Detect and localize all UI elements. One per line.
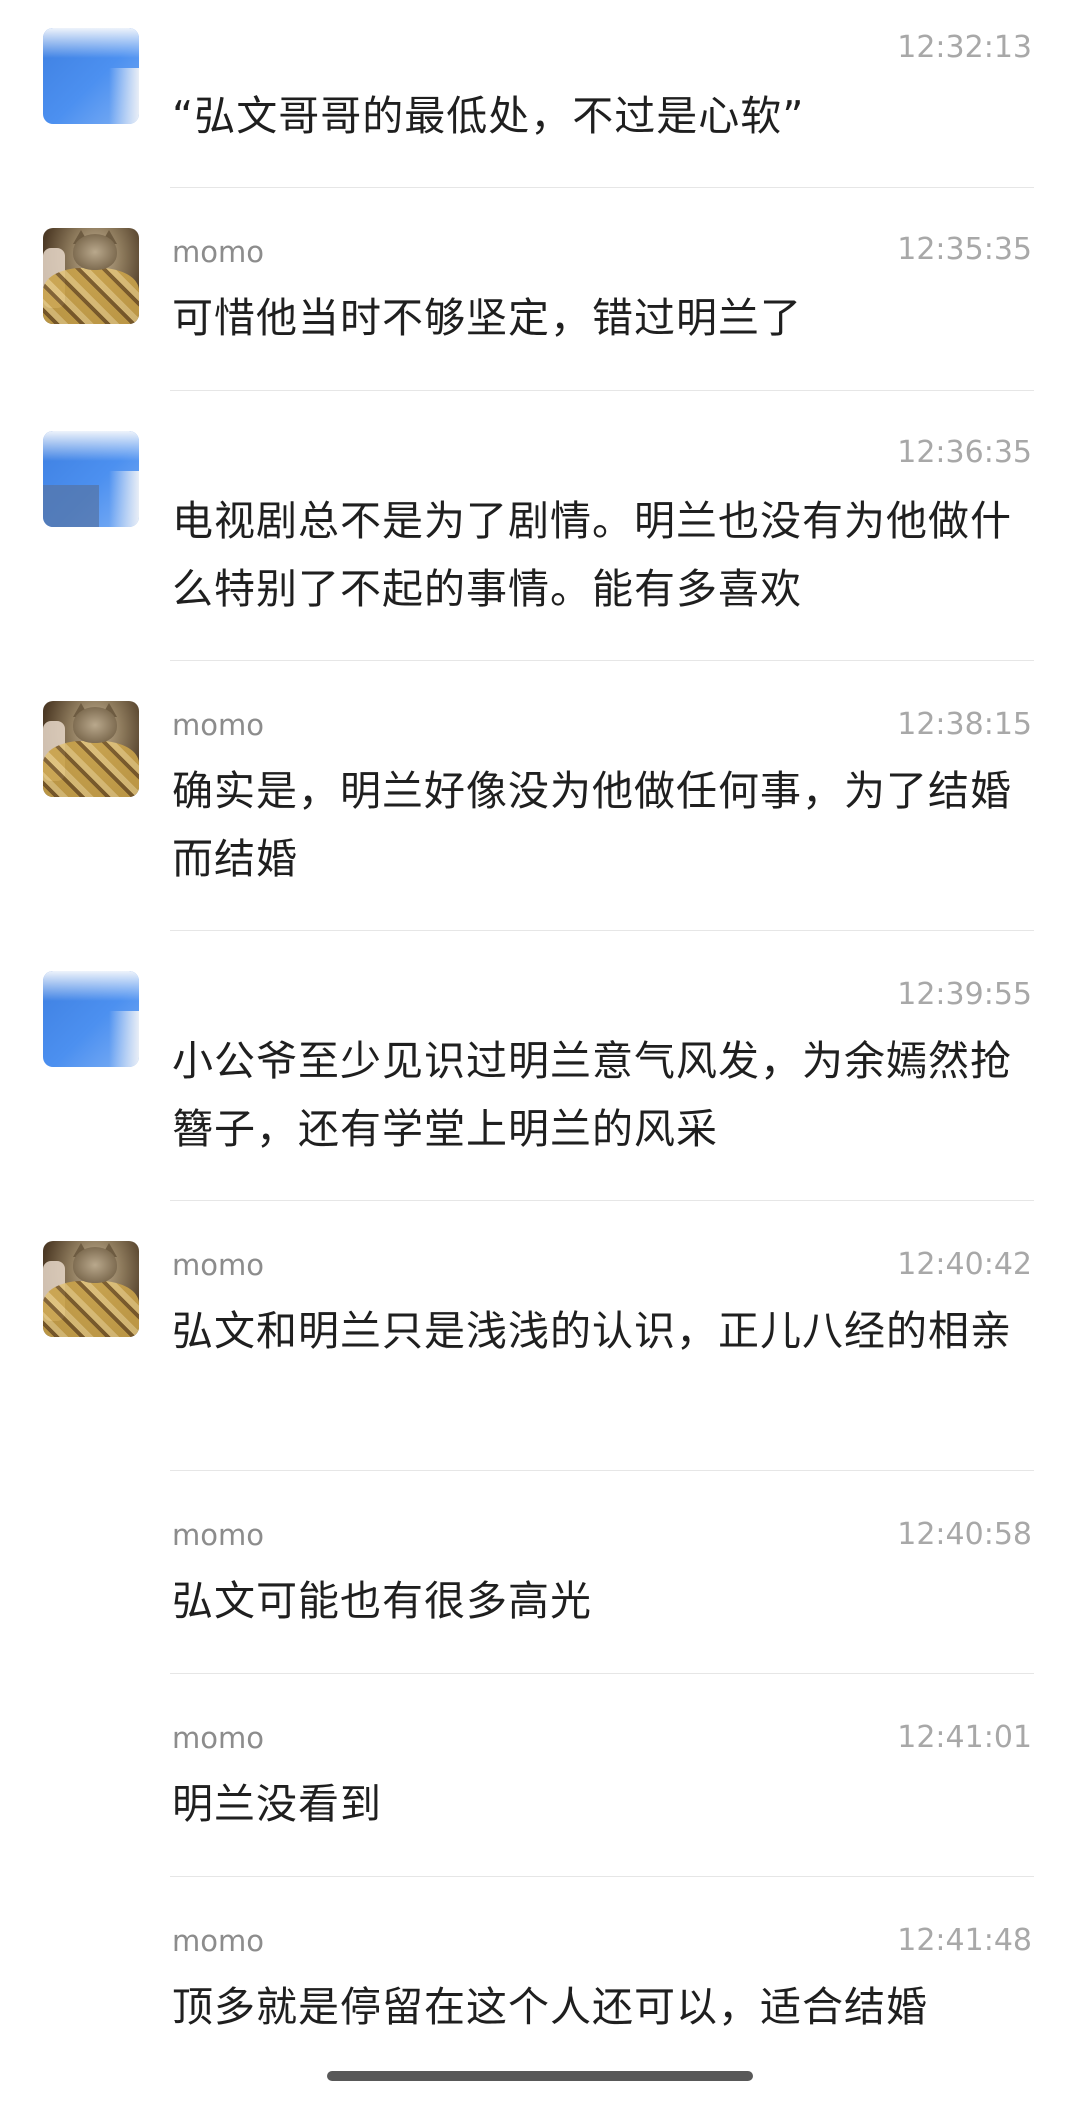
message-timestamp: 12:36:35	[897, 435, 1032, 470]
sender-name: momo	[172, 708, 264, 742]
message-timestamp: 12:39:55	[897, 977, 1032, 1012]
message-text[interactable]: 小公爷至少见识过明兰意气风发，为余嫣然抢簪子，还有学堂上明兰的风采	[172, 1027, 1012, 1163]
message-text[interactable]: 明兰没看到	[172, 1770, 1012, 1838]
sender-name: momo	[172, 235, 264, 269]
message-timestamp: 12:40:42	[897, 1247, 1032, 1282]
message-timestamp: 12:35:35	[897, 232, 1032, 267]
message-text[interactable]: 弘文可能也有很多高光	[172, 1567, 1012, 1635]
user-avatar-blurred[interactable]	[43, 971, 139, 1067]
user-avatar-blurred[interactable]	[43, 431, 139, 527]
chat-message: 12:39:55 小公爷至少见识过明兰意气风发，为余嫣然抢簪子，还有学堂上明兰的…	[0, 931, 1080, 1201]
message-text[interactable]: 可惜他当时不够坚定，错过明兰了	[172, 284, 1012, 352]
home-indicator-bar[interactable]	[327, 2071, 753, 2081]
cat-avatar[interactable]	[43, 701, 139, 797]
message-timestamp: 12:41:48	[897, 1923, 1032, 1958]
chat-message: momo 12:41:01 明兰没看到	[0, 1674, 1080, 1877]
sender-name: momo	[172, 1518, 264, 1552]
chat-message: momo 12:40:58 弘文可能也有很多高光	[0, 1471, 1080, 1674]
message-timestamp: 12:40:58	[897, 1517, 1032, 1552]
cat-avatar[interactable]	[43, 1241, 139, 1337]
message-timestamp: 12:32:13	[897, 30, 1032, 65]
chat-message: momo 12:40:42 弘文和明兰只是浅浅的认识，正儿八经的相亲	[0, 1201, 1080, 1471]
user-avatar-blurred[interactable]	[43, 28, 139, 124]
chat-message: 12:32:13 “弘文哥哥的最低处，不过是心软”	[0, 0, 1080, 188]
sender-name: momo	[172, 1721, 264, 1755]
message-text[interactable]: 顶多就是停留在这个人还可以，适合结婚	[172, 1973, 1012, 2041]
chat-message: 12:36:35 电视剧总不是为了剧情。明兰也没有为他做什么特别了不起的事情。能…	[0, 391, 1080, 661]
message-text[interactable]: 确实是，明兰好像没为他做任何事，为了结婚而结婚	[172, 757, 1012, 893]
chat-message: momo 12:41:48 顶多就是停留在这个人还可以，适合结婚	[0, 1877, 1080, 2067]
message-timestamp: 12:38:15	[897, 707, 1032, 742]
sender-name: momo	[172, 1248, 264, 1282]
message-text[interactable]: “弘文哥哥的最低处，不过是心软”	[172, 82, 1012, 150]
message-text[interactable]: 弘文和明兰只是浅浅的认识，正儿八经的相亲	[172, 1297, 1012, 1365]
sender-name: momo	[172, 1924, 264, 1958]
message-text[interactable]: 电视剧总不是为了剧情。明兰也没有为他做什么特别了不起的事情。能有多喜欢	[172, 487, 1012, 623]
chat-message: momo 12:38:15 确实是，明兰好像没为他做任何事，为了结婚而结婚	[0, 661, 1080, 931]
chat-message: momo 12:35:35 可惜他当时不够坚定，错过明兰了	[0, 188, 1080, 391]
message-timestamp: 12:41:01	[897, 1720, 1032, 1755]
cat-avatar[interactable]	[43, 228, 139, 324]
